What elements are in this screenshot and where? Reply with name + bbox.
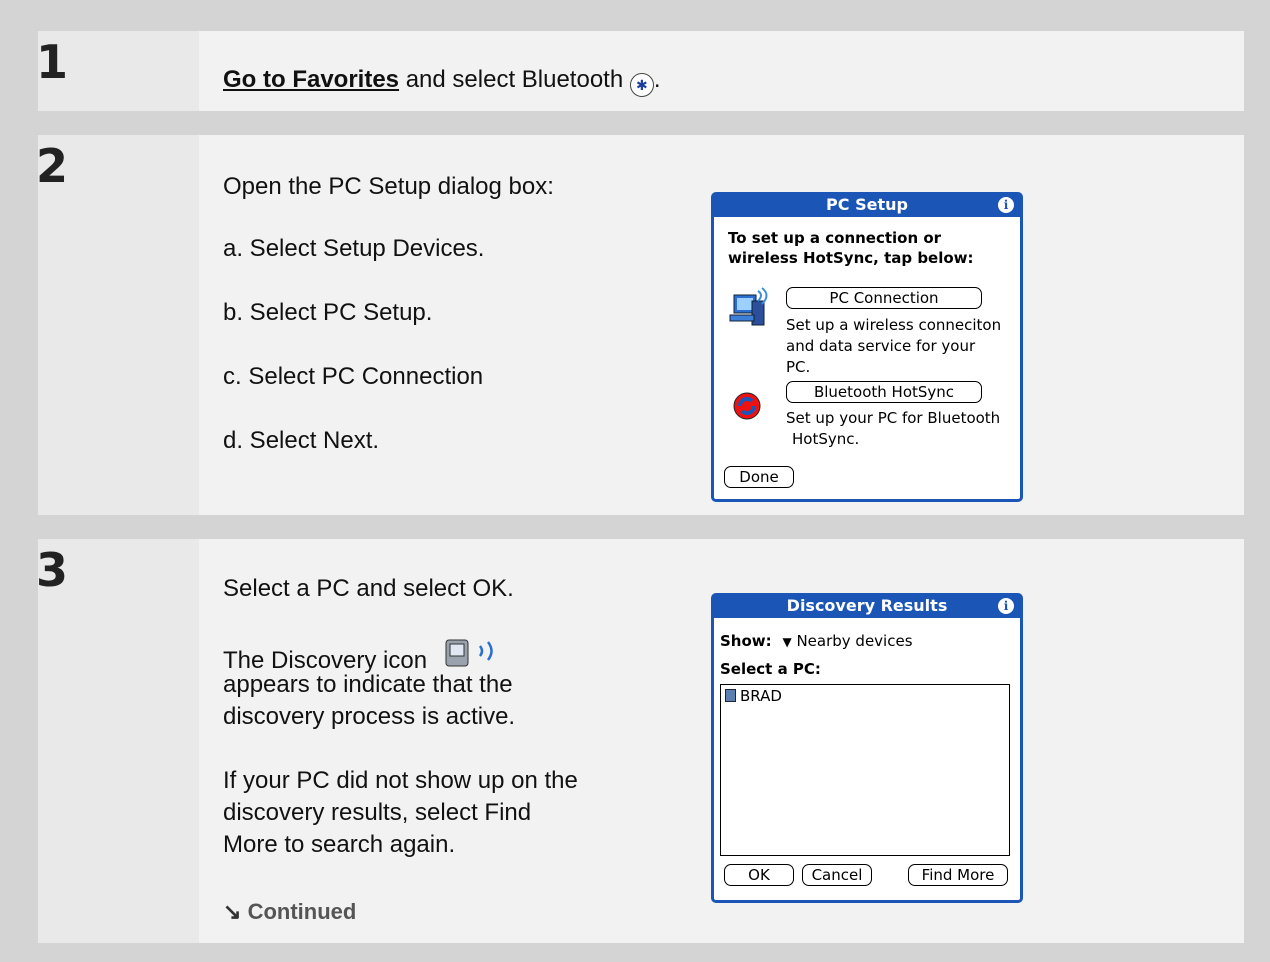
dialog-heading: wireless HotSync, tap below: <box>728 249 974 267</box>
pc-connection-button[interactable]: PC Connection <box>786 287 982 309</box>
pc-setup-dialog: PC Setup i To set up a connection or wire… <box>711 192 1023 502</box>
select-pc-label: Select a PC: <box>720 660 821 678</box>
step-number: 1 <box>36 35 69 89</box>
step-1: 1 Go to Favorites and select Bluetooth ✱… <box>36 31 1244 111</box>
step-3: 3 Select a PC and select OK. The Discove… <box>36 539 1244 943</box>
step-2-item: b. Select PC Setup. <box>223 299 433 326</box>
continued-indicator: ↘ Continued <box>223 899 357 924</box>
ok-button[interactable]: OK <box>724 864 794 886</box>
show-dropdown[interactable]: ▼ Nearby devices <box>782 632 912 650</box>
step-3-instruction: Select a PC and select OK. <box>223 575 514 602</box>
dialog-title: PC Setup <box>826 195 908 214</box>
bluetooth-icon: ✱ <box>629 73 654 97</box>
pc-connection-icon <box>729 287 768 326</box>
hotsync-icon <box>733 392 761 420</box>
step-2-intro: Open the PC Setup dialog box: <box>223 173 554 200</box>
arrow-down-right-icon: ↘ <box>223 899 242 924</box>
step-1-instruction: and select Bluetooth <box>399 66 630 93</box>
list-item[interactable]: BRAD <box>721 685 1009 707</box>
discovery-icon <box>445 639 493 667</box>
done-button[interactable]: Done <box>724 466 794 488</box>
computer-icon <box>725 689 736 702</box>
step-number: 3 <box>36 543 69 597</box>
find-more-button[interactable]: Find More <box>908 864 1008 886</box>
info-icon[interactable]: i <box>998 197 1014 213</box>
bluetooth-hotsync-button[interactable]: Bluetooth HotSync <box>786 381 982 403</box>
step-2-item: d. Select Next. <box>223 427 380 454</box>
dialog-heading: To set up a connection or <box>728 229 942 247</box>
go-to-favorites-link[interactable]: Go to Favorites <box>223 66 399 93</box>
dropdown-arrow-icon: ▼ <box>782 635 792 649</box>
step-number: 2 <box>36 139 69 193</box>
device-list: BRAD <box>720 684 1010 856</box>
discovery-results-dialog: Discovery Results i Show: ▼ Nearby device… <box>711 593 1023 903</box>
step-2: 2 Open the PC Setup dialog box: a. Selec… <box>36 135 1244 515</box>
dialog-title: Discovery Results <box>786 596 948 615</box>
info-icon[interactable]: i <box>998 598 1014 614</box>
cancel-button[interactable]: Cancel <box>802 864 872 886</box>
show-label: Show: <box>720 632 772 650</box>
step-2-item: c. Select PC Connection <box>223 363 484 390</box>
step-2-item: a. Select Setup Devices. <box>223 235 485 262</box>
step-1-text: Go to Favorites and select Bluetooth ✱. <box>223 64 661 97</box>
